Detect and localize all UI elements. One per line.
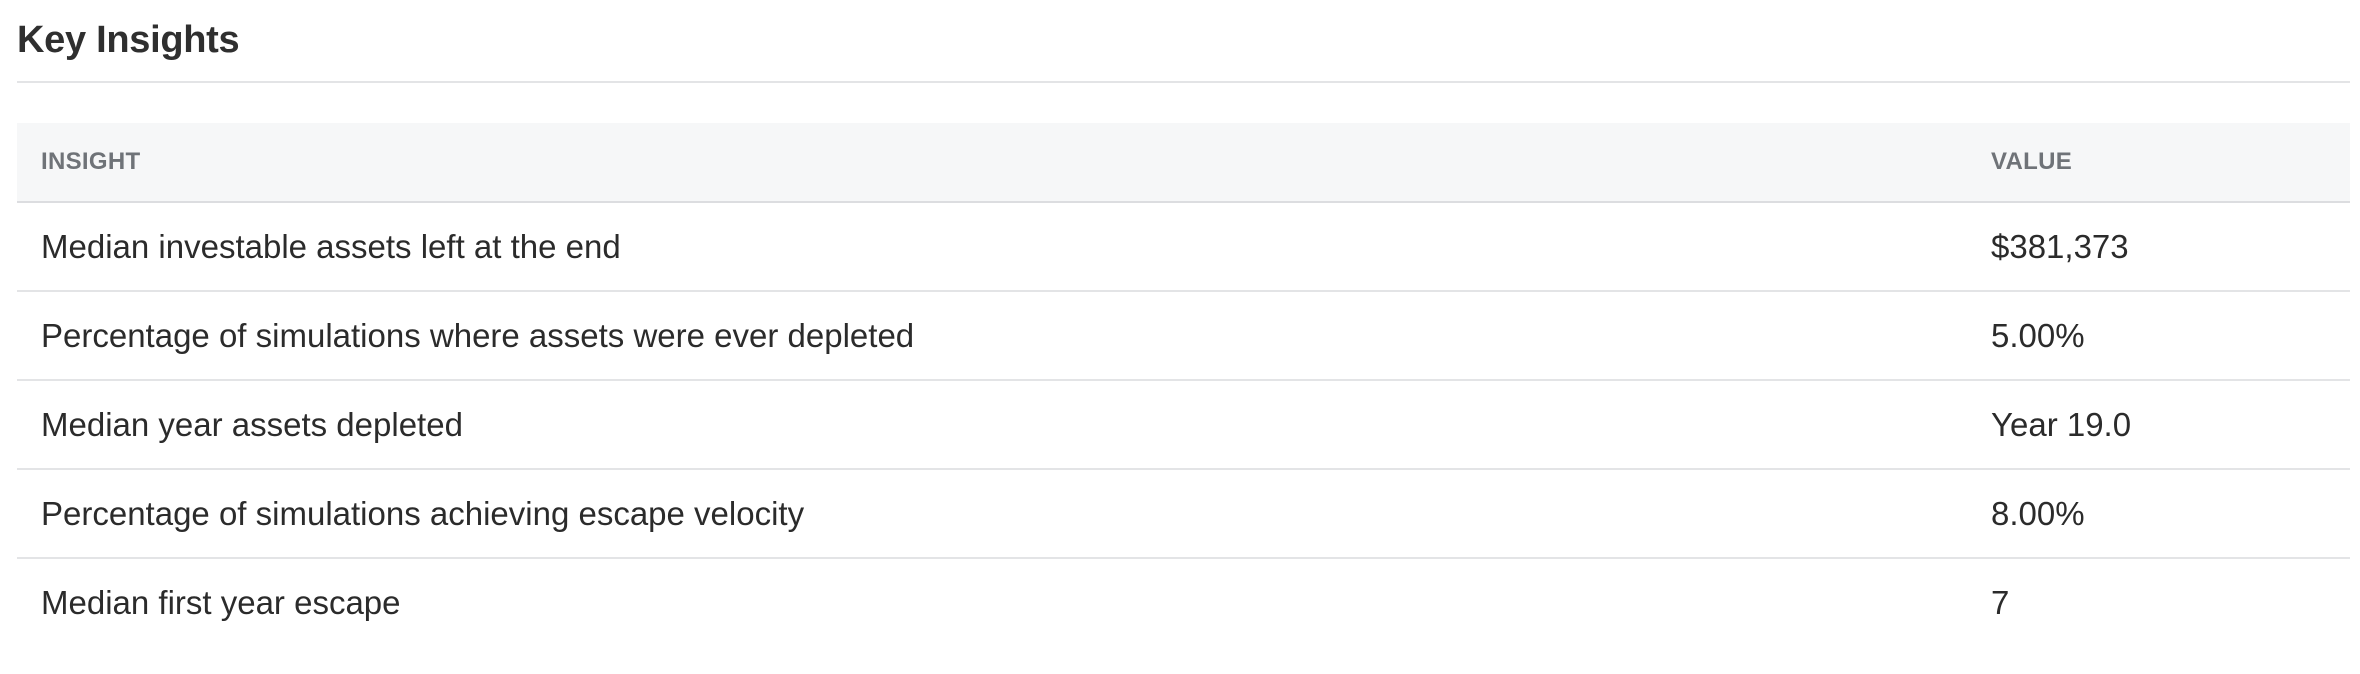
value-cell: Year 19.0 — [1967, 380, 2350, 470]
table-row: Median first year escape 7 — [17, 558, 2350, 647]
table-row: Median investable assets left at the end… — [17, 202, 2350, 292]
insight-cell: Median first year escape — [41, 584, 401, 621]
table-header-row: INSIGHT VALUE — [17, 123, 2350, 203]
column-header-insight: INSIGHT — [17, 123, 1967, 203]
table-row: Median year assets depleted Year 19.0 — [17, 380, 2350, 470]
table-header: INSIGHT VALUE — [17, 123, 2350, 203]
insight-cell: Percentage of simulations achieving esca… — [17, 469, 1967, 559]
section-title: Key Insights — [17, 19, 240, 61]
column-header-value: VALUE — [1967, 123, 2350, 203]
insights-table: INSIGHT VALUE Median investable assets l… — [17, 123, 2350, 647]
value-cell: 7 — [1991, 584, 2010, 621]
title-divider — [17, 81, 2350, 83]
table-row: Percentage of simulations achieving esca… — [17, 469, 2350, 559]
table-body: Median investable assets left at the end… — [17, 202, 2350, 647]
value-cell: $381,373 — [1967, 202, 2350, 292]
value-cell: 5.00% — [1967, 291, 2350, 381]
value-cell: 8.00% — [1967, 469, 2350, 559]
insight-cell: Median year assets depleted — [17, 380, 1967, 470]
key-insights-panel: Key Insights INSIGHT VALUE Median invest… — [0, 0, 2360, 674]
table-row: Percentage of simulations where assets w… — [17, 291, 2350, 381]
insight-cell: Percentage of simulations where assets w… — [17, 291, 1967, 381]
insight-cell: Median investable assets left at the end — [17, 202, 1967, 292]
